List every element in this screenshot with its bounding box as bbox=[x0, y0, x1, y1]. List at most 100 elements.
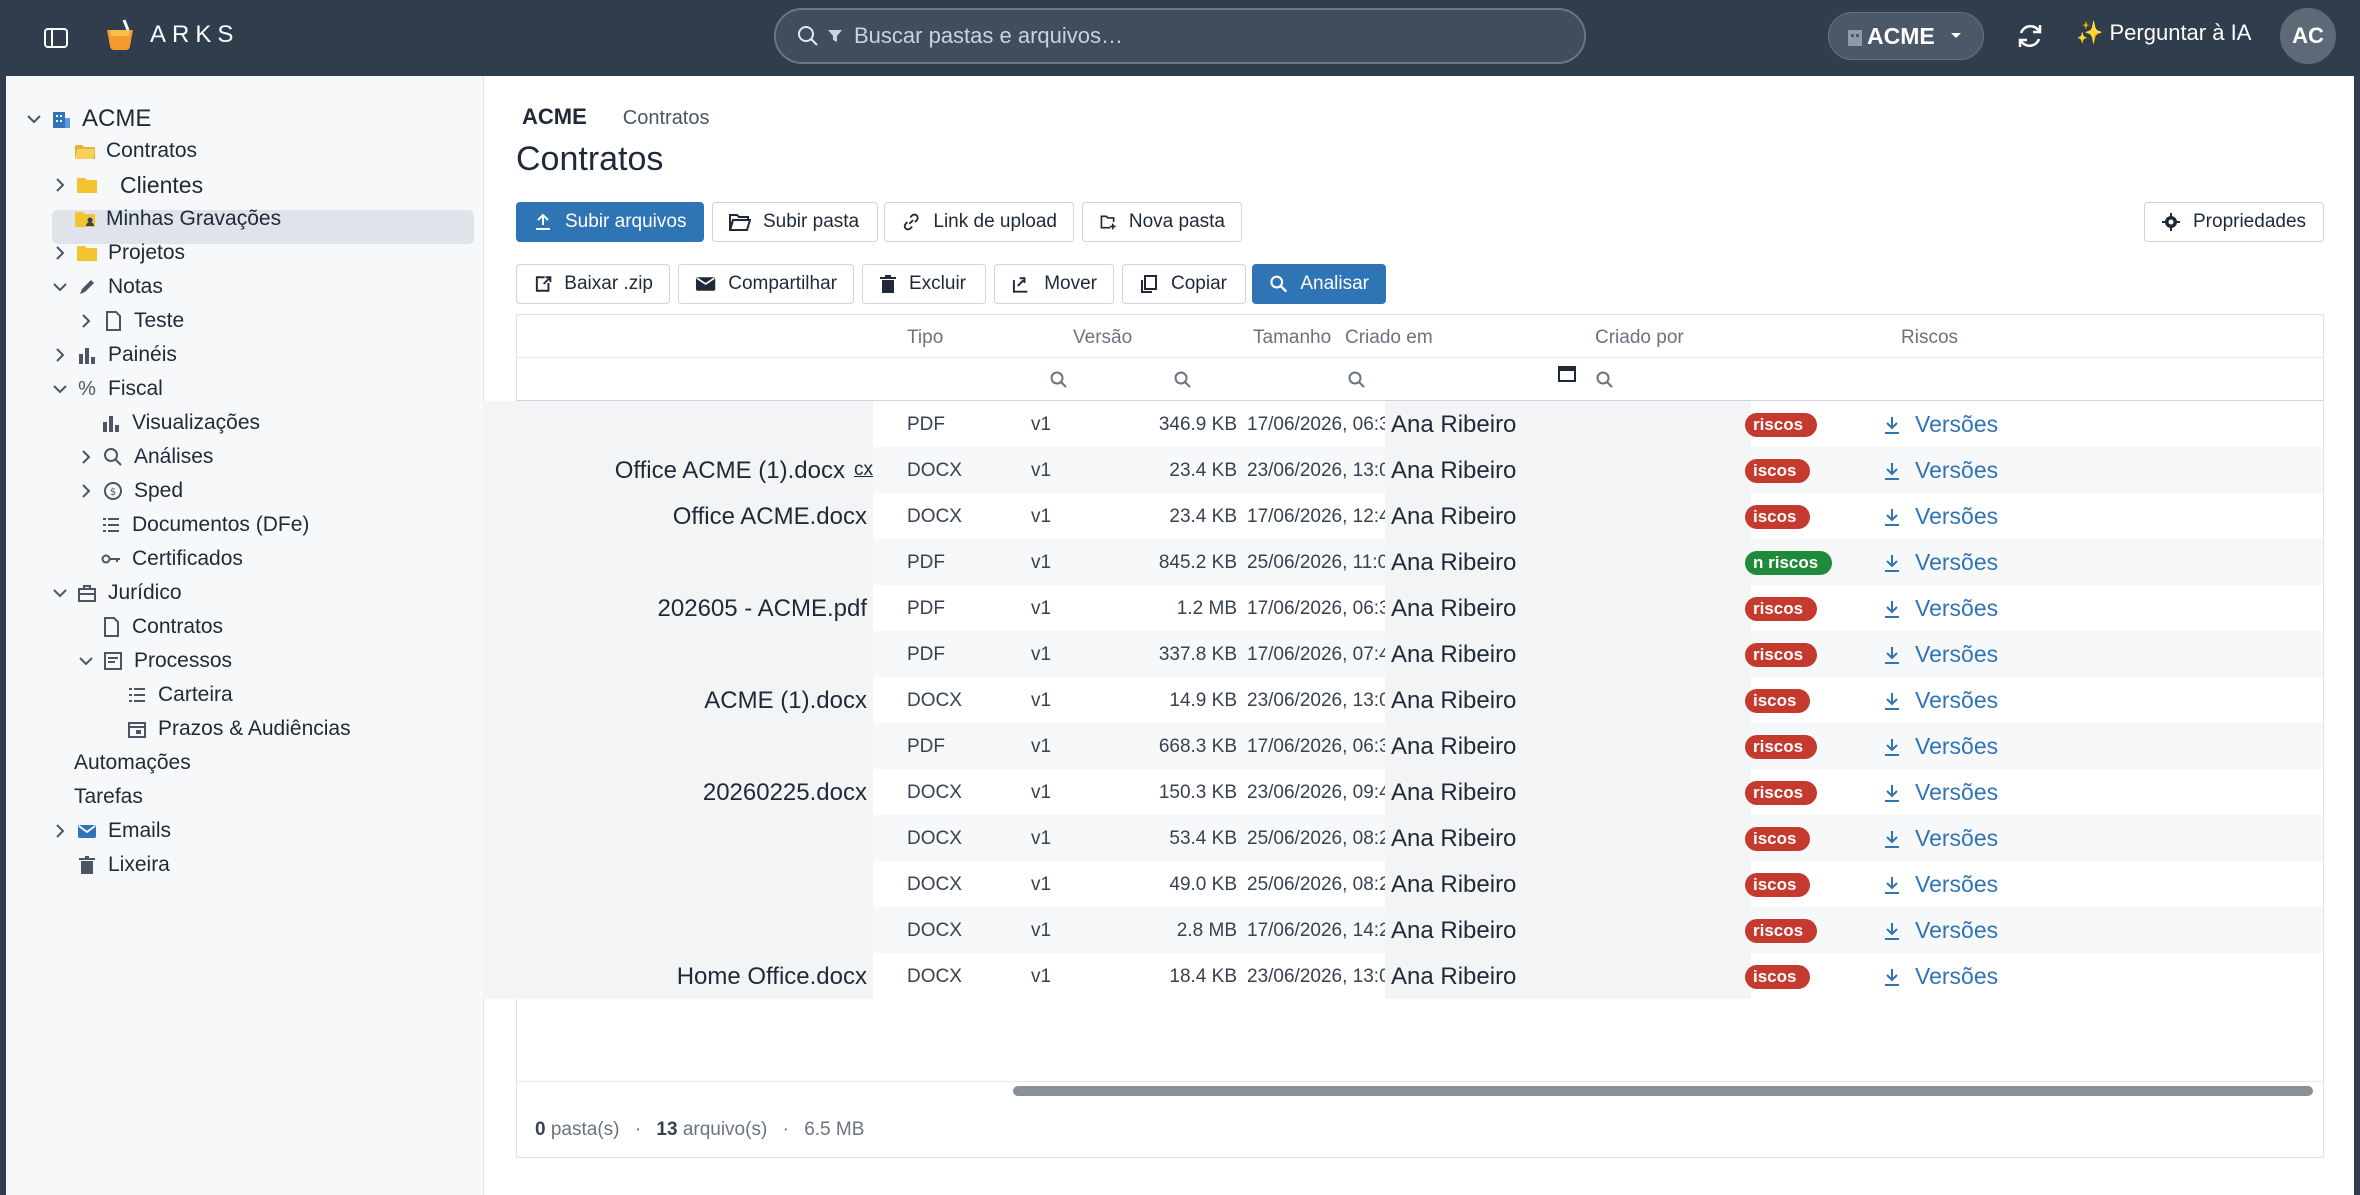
versions-link[interactable]: Versões bbox=[1883, 733, 1998, 760]
file-name[interactable]: Office ACME.docx bbox=[673, 503, 867, 531]
scrollbar-thumb[interactable] bbox=[1013, 1086, 2313, 1096]
sidebar-item-minhas-gravacoes[interactable]: Minhas Gravações bbox=[74, 204, 281, 234]
name-cell[interactable] bbox=[483, 861, 873, 907]
risk-badge[interactable]: iscos bbox=[1745, 827, 1811, 851]
versions-link[interactable]: Versões bbox=[1883, 503, 1998, 530]
sidebar-item-teste[interactable]: Teste bbox=[76, 306, 184, 336]
sidebar-item-sped[interactable]: $ Sped bbox=[76, 476, 183, 506]
chevron-down-icon[interactable] bbox=[50, 583, 70, 603]
sidebar-item-lixeira[interactable]: Lixeira bbox=[76, 850, 170, 880]
column-header-created-at[interactable]: Criado em bbox=[1345, 327, 1433, 349]
name-cell[interactable]: Office ACME (1).docx cx bbox=[483, 447, 873, 493]
risk-badge[interactable]: iscos bbox=[1745, 965, 1811, 989]
file-name-suffix[interactable]: cx bbox=[854, 459, 873, 481]
sidebar-item-contratos[interactable]: Contratos bbox=[74, 136, 197, 166]
sidebar-item-processos[interactable]: Processos bbox=[76, 646, 232, 676]
filter-search-icon[interactable] bbox=[1347, 370, 1367, 390]
upload-files-button[interactable]: Subir arquivos bbox=[516, 202, 704, 242]
name-cell[interactable] bbox=[483, 539, 873, 585]
filter-search-icon[interactable] bbox=[1595, 370, 1615, 390]
new-folder-button[interactable]: Nova pasta bbox=[1082, 202, 1242, 242]
risk-badge[interactable]: riscos bbox=[1745, 643, 1818, 667]
sidebar-item-analises[interactable]: Análises bbox=[76, 442, 213, 472]
copy-button[interactable]: Copiar bbox=[1122, 264, 1246, 304]
refresh-icon[interactable] bbox=[2010, 16, 2050, 56]
name-cell[interactable]: Home Office.docx bbox=[483, 953, 873, 999]
chevron-right-icon[interactable] bbox=[76, 481, 96, 501]
sidebar-toggle-icon[interactable] bbox=[38, 20, 74, 56]
chevron-right-icon[interactable] bbox=[50, 243, 70, 263]
upload-folder-button[interactable]: Subir pasta bbox=[712, 202, 878, 242]
sidebar-item-automacoes[interactable]: Automações bbox=[74, 748, 191, 778]
table-row[interactable]: DOCX v1 49.0 KB 25/06/2026, 08:26 Ana Ri… bbox=[483, 861, 2323, 907]
versions-link[interactable]: Versões bbox=[1883, 779, 1998, 806]
risk-badge[interactable]: n riscos bbox=[1745, 551, 1833, 575]
risk-badge[interactable]: iscos bbox=[1745, 505, 1811, 529]
table-row[interactable]: PDF v1 845.2 KB 25/06/2026, 11:02 Ana Ri… bbox=[483, 539, 2323, 585]
filter-search-icon[interactable] bbox=[1049, 370, 1069, 390]
move-button[interactable]: Mover bbox=[994, 264, 1114, 304]
table-row[interactable]: ACME (1).docx DOCX v1 14.9 KB 23/06/2026… bbox=[483, 677, 2323, 723]
sidebar-item-prazos-audiencias[interactable]: Prazos & Audiências bbox=[126, 714, 351, 744]
file-name[interactable]: Home Office.docx bbox=[677, 963, 867, 991]
analyze-button[interactable]: Analisar bbox=[1252, 264, 1386, 304]
column-header-version[interactable]: Versão bbox=[1073, 327, 1132, 349]
sidebar-item-notas[interactable]: Notas bbox=[50, 272, 163, 302]
risk-badge[interactable]: riscos bbox=[1745, 781, 1818, 805]
file-name[interactable]: ACME (1).docx bbox=[704, 687, 867, 715]
chevron-down-icon[interactable] bbox=[50, 277, 70, 297]
sidebar-item-juridico-contratos[interactable]: Contratos bbox=[100, 612, 223, 642]
column-header-risks[interactable]: Riscos bbox=[1901, 327, 1958, 349]
horizontal-scrollbar[interactable] bbox=[517, 1081, 2323, 1099]
chevron-right-icon[interactable] bbox=[50, 821, 70, 841]
versions-link[interactable]: Versões bbox=[1883, 963, 1998, 990]
chevron-right-icon[interactable] bbox=[76, 311, 96, 331]
file-name[interactable]: 202605 - ACME.pdf bbox=[658, 595, 867, 623]
risk-badge[interactable]: riscos bbox=[1745, 735, 1818, 759]
table-row[interactable]: PDF v1 668.3 KB 17/06/2026, 06:30 Ana Ri… bbox=[483, 723, 2323, 769]
file-name[interactable]: 20260225.docx bbox=[703, 779, 867, 807]
sidebar-item-certificados[interactable]: Certificados bbox=[100, 544, 243, 574]
name-cell[interactable] bbox=[483, 401, 873, 447]
filter-search-icon[interactable] bbox=[1173, 370, 1193, 390]
name-cell[interactable] bbox=[483, 907, 873, 953]
risk-badge[interactable]: riscos bbox=[1745, 919, 1818, 943]
table-row[interactable]: 20260225.docx DOCX v1 150.3 KB 23/06/202… bbox=[483, 769, 2323, 815]
global-search[interactable] bbox=[774, 8, 1586, 64]
versions-link[interactable]: Versões bbox=[1883, 687, 1998, 714]
breadcrumb-root[interactable]: ACME bbox=[522, 104, 587, 130]
name-cell[interactable]: 20260225.docx bbox=[483, 769, 873, 815]
versions-link[interactable]: Versões bbox=[1883, 457, 1998, 484]
table-row[interactable]: PDF v1 337.8 KB 17/06/2026, 07:42 Ana Ri… bbox=[483, 631, 2323, 677]
delete-button[interactable]: Excluir bbox=[862, 264, 986, 304]
tree-root-acme[interactable]: ACME bbox=[24, 104, 151, 134]
chevron-down-icon[interactable] bbox=[76, 651, 96, 671]
chevron-down-icon[interactable] bbox=[50, 379, 70, 399]
versions-link[interactable]: Versões bbox=[1883, 549, 1998, 576]
chevron-right-icon[interactable] bbox=[50, 175, 70, 195]
file-name[interactable]: Office ACME (1).docx bbox=[615, 457, 845, 485]
table-row[interactable]: Office ACME.docx DOCX v1 23.4 KB 17/06/2… bbox=[483, 493, 2323, 539]
sidebar-item-paineis[interactable]: Painéis bbox=[50, 340, 177, 370]
sidebar-item-emails[interactable]: Emails bbox=[50, 816, 171, 846]
sidebar-item-carteira[interactable]: Carteira bbox=[126, 680, 233, 710]
column-header-type[interactable]: Tipo bbox=[907, 327, 943, 349]
table-row[interactable]: DOCX v1 2.8 MB 17/06/2026, 14:26 Ana Rib… bbox=[483, 907, 2323, 953]
share-button[interactable]: Compartilhar bbox=[678, 264, 854, 304]
calendar-icon[interactable] bbox=[1557, 364, 1577, 384]
risk-badge[interactable]: iscos bbox=[1745, 873, 1811, 897]
sidebar-item-clientes[interactable]: Clientes bbox=[50, 170, 203, 200]
chevron-right-icon[interactable] bbox=[76, 447, 96, 467]
versions-link[interactable]: Versões bbox=[1883, 825, 1998, 852]
table-row[interactable]: 202605 - ACME.pdf PDF v1 1.2 MB 17/06/20… bbox=[483, 585, 2323, 631]
table-row[interactable]: Office ACME (1).docx cx DOCX v1 23.4 KB 2… bbox=[483, 447, 2323, 493]
versions-link[interactable]: Versões bbox=[1883, 411, 1998, 438]
sidebar-item-visualizacoes[interactable]: Visualizações bbox=[100, 408, 260, 438]
column-header-created-by[interactable]: Criado por bbox=[1595, 327, 1684, 349]
chevron-down-icon[interactable] bbox=[24, 109, 44, 129]
filter-icon[interactable] bbox=[826, 27, 844, 45]
properties-button[interactable]: Propriedades bbox=[2144, 202, 2324, 242]
table-row[interactable]: DOCX v1 53.4 KB 25/06/2026, 08:26 Ana Ri… bbox=[483, 815, 2323, 861]
table-row[interactable]: PDF v1 346.9 KB 17/06/2026, 06:30 Ana Ri… bbox=[483, 401, 2323, 447]
user-avatar[interactable]: AC bbox=[2280, 8, 2336, 64]
